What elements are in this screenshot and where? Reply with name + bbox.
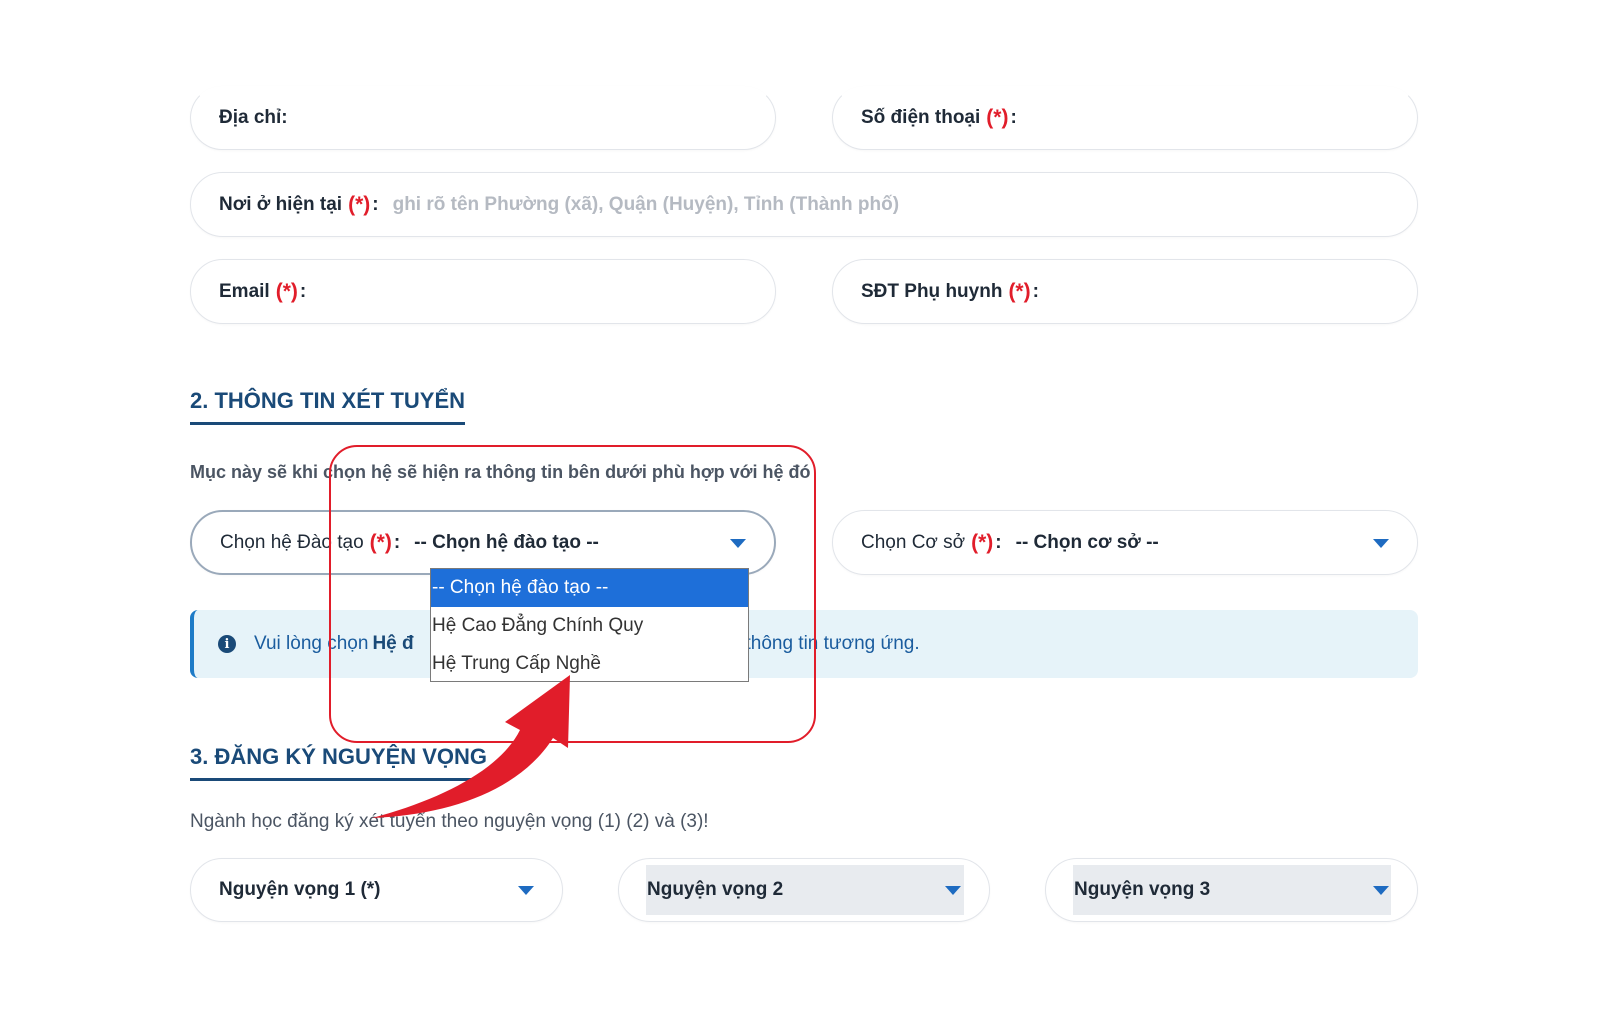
- info-prefix: Vui lòng chọn: [254, 633, 369, 654]
- colon: :: [1032, 280, 1039, 302]
- colon: :: [995, 531, 1002, 553]
- chevron-down-icon: [1373, 886, 1389, 895]
- campus-select[interactable]: Chọn Cơ sở (*) : -- Chọn cơ sở --: [832, 510, 1418, 575]
- choice2-select[interactable]: Nguyện vọng 2: [618, 858, 990, 922]
- parent-phone-label: SĐT Phụ huynh: [861, 280, 1003, 302]
- info-suffix: g thông tin tương ứng.: [729, 633, 920, 654]
- choice3-label: Nguyện vọng 3: [1074, 879, 1211, 900]
- parent-phone-field[interactable]: SĐT Phụ huynh (*) :: [832, 259, 1418, 324]
- email-field[interactable]: Email (*) :: [190, 259, 776, 324]
- address-label: Địa chỉ:: [219, 107, 288, 128]
- info-alert: i Vui lòng chọn Hệ đ g thông tin tương ứ…: [190, 610, 1418, 678]
- colon: :: [299, 280, 307, 302]
- info-icon: i: [218, 635, 236, 653]
- residence-field[interactable]: Nơi ở hiện tại (*) : ghi rõ tên Phường (…: [190, 172, 1418, 237]
- choice1-label: Nguyện vọng 1 (*): [219, 879, 381, 900]
- residence-label: Nơi ở hiện tại: [219, 193, 343, 215]
- colon: :: [393, 531, 401, 553]
- dropdown-option[interactable]: Hệ Cao Đẳng Chính Quy: [431, 607, 748, 645]
- section3-subtitle: Ngành học đăng ký xét tuyển theo nguyện …: [190, 811, 709, 832]
- chevron-down-icon: [1373, 538, 1389, 548]
- required-mark: (*): [986, 106, 1009, 129]
- training-value: -- Chọn hệ đào tạo --: [414, 531, 599, 553]
- choice1-select[interactable]: Nguyện vọng 1 (*): [190, 858, 563, 922]
- choice2-label: Nguyện vọng 2: [647, 879, 784, 900]
- colon: :: [1010, 107, 1017, 128]
- colon: :: [372, 193, 379, 215]
- required-mark: (*): [348, 192, 371, 216]
- campus-value: -- Chọn cơ sở --: [1015, 531, 1159, 553]
- phone-label: Số điện thoại: [861, 107, 981, 128]
- required-mark: (*): [275, 279, 298, 303]
- required-mark: (*): [369, 530, 392, 554]
- required-mark: (*): [1008, 279, 1031, 303]
- section3-title: 3. ĐĂNG KÝ NGUYỆN VỌNG: [190, 744, 488, 781]
- choice3-select[interactable]: Nguyện vọng 3: [1045, 858, 1418, 922]
- chevron-down-icon: [945, 886, 961, 895]
- address-field[interactable]: Địa chỉ:: [190, 86, 776, 150]
- training-select[interactable]: Chọn hệ Đào tạo (*) : -- Chọn hệ đào tạo…: [190, 510, 776, 575]
- section2-hint: Mục này sẽ khi chọn hệ sẽ hiện ra thông …: [190, 462, 811, 482]
- dropdown-option[interactable]: Hệ Trung Cấp Nghề: [431, 645, 748, 683]
- email-label: Email: [219, 280, 270, 302]
- dropdown-option[interactable]: -- Chọn hệ đào tạo --: [431, 569, 748, 607]
- chevron-down-icon: [730, 538, 746, 548]
- info-bold: Hệ đ: [372, 633, 414, 654]
- training-label: Chọn hệ Đào tạo: [220, 531, 364, 553]
- phone-field[interactable]: Số điện thoại (*) :: [832, 86, 1418, 150]
- section2-title: 2. THÔNG TIN XÉT TUYỂN: [190, 388, 466, 425]
- required-mark: (*): [971, 530, 994, 554]
- chevron-down-icon: [518, 886, 534, 895]
- residence-placeholder: ghi rõ tên Phường (xã), Quận (Huyện), Tỉ…: [392, 193, 900, 215]
- training-dropdown-list: -- Chọn hệ đào tạo -- Hệ Cao Đẳng Chính …: [430, 568, 749, 682]
- campus-label: Chọn Cơ sở: [861, 531, 966, 553]
